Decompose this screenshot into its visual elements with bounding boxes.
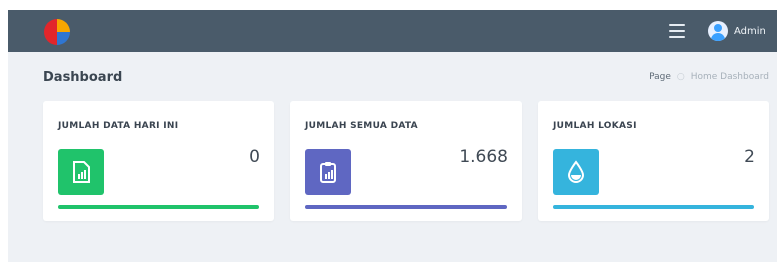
- breadcrumb-home[interactable]: Home Dashboard: [691, 72, 769, 82]
- breadcrumb-page[interactable]: Page: [649, 72, 671, 82]
- card-progress-bar: [58, 205, 259, 209]
- page-title: Dashboard: [43, 70, 123, 85]
- app-logo-icon[interactable]: [42, 17, 72, 47]
- menu-toggle-icon[interactable]: [669, 24, 685, 38]
- stat-card-today: JUMLAH DATA HARI INI 0: [43, 101, 274, 221]
- card-value: 1.668: [459, 147, 508, 167]
- user-avatar-icon: [708, 21, 728, 41]
- clipboard-chart-icon: [305, 149, 351, 195]
- stat-card-locations: JUMLAH LOKASI 2: [538, 101, 769, 221]
- card-progress-bar: [305, 205, 507, 209]
- breadcrumb-separator-icon: ○: [676, 72, 685, 82]
- card-progress-bar: [553, 205, 754, 209]
- card-label: JUMLAH DATA HARI INI: [58, 121, 179, 131]
- card-label: JUMLAH SEMUA DATA: [305, 121, 418, 131]
- water-drop-icon: [553, 149, 599, 195]
- card-value: 2: [744, 147, 755, 167]
- top-navbar: Admin: [8, 10, 777, 52]
- user-name: Admin: [734, 25, 766, 37]
- card-value: 0: [249, 147, 260, 167]
- app-frame: Admin Dashboard Page ○ Home Dashboard JU…: [8, 10, 777, 262]
- stat-card-total: JUMLAH SEMUA DATA 1.668: [290, 101, 522, 221]
- file-chart-icon: [58, 149, 104, 195]
- user-menu[interactable]: Admin: [708, 21, 766, 41]
- breadcrumb: Page ○ Home Dashboard: [649, 72, 769, 82]
- card-label: JUMLAH LOKASI: [553, 121, 637, 131]
